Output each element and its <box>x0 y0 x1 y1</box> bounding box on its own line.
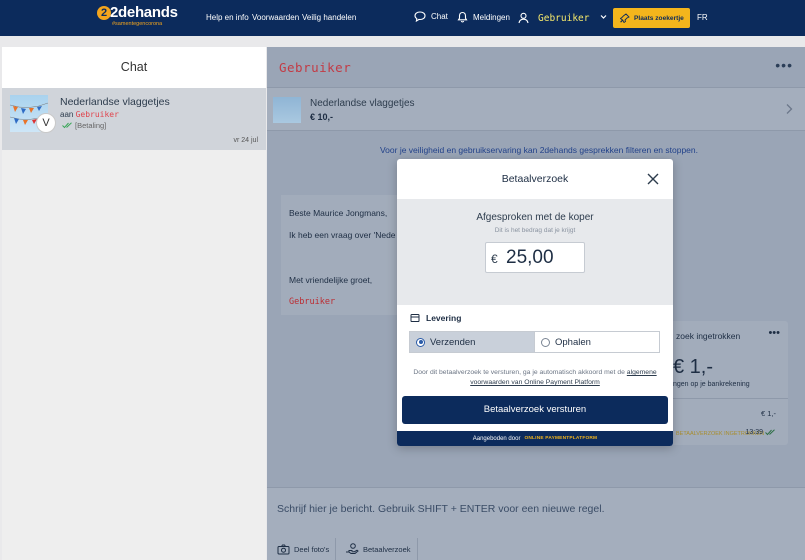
payment-card-subtitle: ngen op je bankrekening <box>673 381 750 388</box>
place-ad-label: Plaats zoekertje <box>634 14 684 22</box>
recipient-username: Gebruiker <box>75 110 119 119</box>
delivery-option-pickup-label: Ophalen <box>555 336 591 348</box>
user-icon[interactable] <box>518 12 529 24</box>
avatar: V <box>36 113 56 133</box>
bell-icon <box>457 11 468 23</box>
currency-symbol: € <box>491 252 498 266</box>
terms-text: Door dit betaalverzoek te versturen, ga … <box>413 369 625 376</box>
payment-card-title: zoek ingetrokken <box>676 331 741 341</box>
radio-selected-icon <box>416 337 425 347</box>
payment-card-amount: € 1,- <box>673 356 714 378</box>
amount-input[interactable]: € 25,00 <box>485 242 585 273</box>
delivery-label: Levering <box>426 313 462 323</box>
modal-title: Betaalverzoek <box>501 173 569 185</box>
opp-brand: ONLINE PAYMENTPLATFORM <box>524 436 598 441</box>
payment-request-button[interactable]: Betaalverzoek <box>339 538 418 560</box>
camera-icon <box>277 544 290 554</box>
delivery-option-send-label: Verzenden <box>430 336 476 348</box>
box-icon <box>410 314 420 322</box>
chat-icon <box>414 11 426 22</box>
listing-price: € 10,- <box>310 112 334 122</box>
nav-notifications[interactable]: Meldingen <box>457 11 510 23</box>
conversation-item[interactable]: V Nederlandse vlaggetjes aan Gebruiker [… <box>2 88 266 150</box>
nav-safe-trading-link[interactable]: Veilig handelen <box>302 13 356 22</box>
conversation-recipient: aan Gebruiker <box>60 110 119 119</box>
more-options-icon[interactable]: ••• <box>775 57 793 73</box>
chat-panel-title: Chat <box>2 47 266 88</box>
message-input[interactable]: Schrijf hier je bericht. Gebruik SHIFT +… <box>277 503 604 515</box>
safety-notice: Voor je veiligheid en gebruikservaring k… <box>379 145 698 155</box>
message-compose-area: Schrijf hier je bericht. Gebruik SHIFT +… <box>267 487 805 560</box>
payment-card-time: 13:39 <box>745 429 776 436</box>
conversation-title: Nederlandse vlaggetjes <box>60 96 170 108</box>
terms-notice: Door dit betaalverzoek te versturen, ga … <box>413 368 657 388</box>
double-check-icon <box>765 429 775 436</box>
listing-header[interactable]: Nederlandse vlaggetjes € 10,- <box>267 87 805 131</box>
payment-card-time-label: 13:39 <box>745 429 763 436</box>
delivery-heading: Levering <box>410 313 461 323</box>
listing-title: Nederlandse vlaggetjes <box>310 98 415 109</box>
payment-request-card: zoek ingetrokken ••• € 1,- ngen op je ba… <box>670 321 788 445</box>
chevron-right-icon <box>786 104 793 114</box>
delivery-option-pickup[interactable]: Ophalen <box>534 331 660 353</box>
top-navigation-bar: 2 2dehands #samentegencorona Help en inf… <box>0 0 805 36</box>
powered-by-label: Aangeboden door <box>472 435 521 442</box>
nav-chat-label: Chat <box>431 12 448 21</box>
nav-terms-link[interactable]: Voorwaarden <box>252 13 299 22</box>
delivery-option-send[interactable]: Verzenden <box>409 331 535 353</box>
amount-value: 25,00 <box>506 247 554 268</box>
amount-section-title: Afgesproken met de koper <box>476 212 594 223</box>
listing-thumbnail <box>273 97 301 123</box>
logo-text: 2dehands <box>110 4 178 21</box>
user-menu-name[interactable]: Gebruiker <box>538 13 589 24</box>
nav-help-link[interactable]: Help en info <box>206 13 249 22</box>
payment-request-label: Betaalverzoek <box>363 544 411 554</box>
conversation-list-panel: Chat V Nederlandse vlaggetjes aan Gebrui… <box>2 47 266 560</box>
recipient-prefix: aan <box>60 110 74 119</box>
payment-card-menu-icon[interactable]: ••• <box>768 327 780 339</box>
payment-request-modal: Betaalverzoek Afgesproken met de koper D… <box>397 159 673 446</box>
send-payment-request-button[interactable]: Betaalverzoek versturen <box>402 396 668 424</box>
close-icon[interactable] <box>645 171 661 187</box>
share-photos-button[interactable]: Deel foto's <box>271 538 337 560</box>
payment-hand-icon <box>346 543 359 554</box>
conversation-status: [Betaling] <box>62 121 106 130</box>
amount-section-subtitle: Dit is het bedrag dat je krijgt <box>494 227 576 234</box>
amount-section: Afgesproken met de koper Dit is het bedr… <box>397 199 673 305</box>
logo-mark: 2 <box>97 6 111 20</box>
logo[interactable]: 2 2dehands #samentegencorona <box>97 4 178 29</box>
conversation-partner-name: Gebruiker <box>279 60 352 75</box>
payment-card-small-amount: € 1,- <box>760 409 776 418</box>
message-closing: Met vriendelijke groet, <box>289 275 373 285</box>
pin-icon <box>620 13 630 23</box>
radio-unselected-icon <box>541 337 550 347</box>
conversation-status-label: [Betaling] <box>75 121 107 130</box>
powered-by-footer: Aangeboden door ONLINE PAYMENTPLATFORM <box>397 431 673 446</box>
message-body: Ik heb een vraag over 'Nede <box>289 230 396 240</box>
nav-chat[interactable]: Chat <box>414 11 448 22</box>
divider <box>670 398 788 399</box>
message-signature: Gebruiker <box>289 297 336 307</box>
logo-tagline: #samentegencorona <box>112 21 163 27</box>
share-photos-label: Deel foto's <box>294 544 330 554</box>
message-greeting: Beste Maurice Jongmans, <box>289 208 388 218</box>
place-ad-button[interactable]: Plaats zoekertje <box>613 8 690 28</box>
chevron-down-icon[interactable] <box>600 14 607 20</box>
nav-notifications-label: Meldingen <box>473 12 510 22</box>
conversation-date: vr 24 jul <box>233 137 258 144</box>
double-check-icon <box>62 122 72 129</box>
language-switch[interactable]: FR <box>697 13 708 22</box>
